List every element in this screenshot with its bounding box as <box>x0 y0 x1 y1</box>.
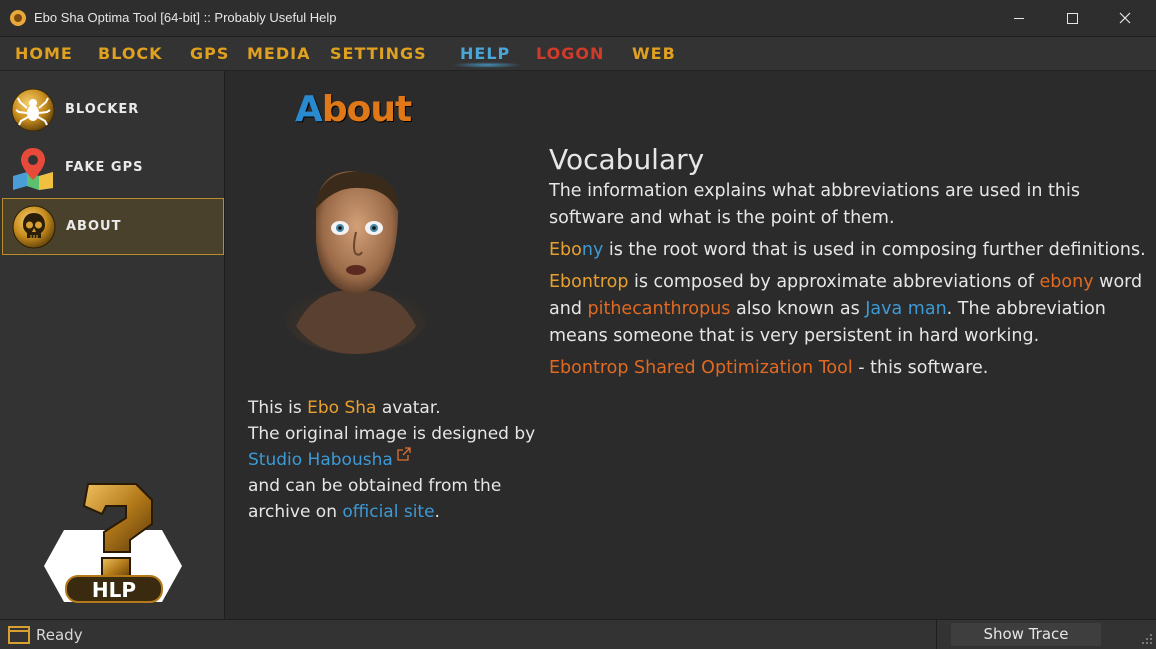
sidebar-item-label: FAKE GPS <box>65 160 144 175</box>
help-logo: HLP <box>44 483 182 603</box>
avatar-name: Ebo Sha <box>307 398 377 418</box>
term-java-man: Java man <box>865 299 947 319</box>
caption-text: and can be obtained from the <box>248 476 502 496</box>
about-heading-initial: A <box>295 89 323 130</box>
sidebar-item-blocker[interactable]: BLOCKER <box>2 82 224 139</box>
external-link-icon[interactable] <box>397 447 411 461</box>
about-heading: About <box>295 89 412 130</box>
sidebar-item-label: ABOUT <box>66 219 122 234</box>
status-divider <box>936 620 937 649</box>
menu-help[interactable]: HELP <box>460 44 510 63</box>
designer-link[interactable]: Studio Habousha <box>248 450 393 470</box>
avatar-caption: This is Ebo Sha avatar. The original ima… <box>248 395 535 525</box>
maximize-button[interactable] <box>1049 0 1095 36</box>
menu-gps[interactable]: GPS <box>190 44 229 63</box>
caption-text: This is <box>248 398 308 418</box>
caption-text: . <box>434 502 440 522</box>
vocabulary-intro: The information explains what abbreviati… <box>549 181 1080 228</box>
map-pin-icon <box>13 148 53 190</box>
app-icon <box>10 10 26 26</box>
definition-text: also known as <box>730 299 866 319</box>
definition-text: is composed by approximate abbreviations… <box>628 272 1040 292</box>
resize-grip-icon[interactable] <box>1140 632 1154 646</box>
about-heading-rest: bout <box>321 89 412 130</box>
menu-logon[interactable]: LOGON <box>536 44 604 63</box>
menu-media[interactable]: MEDIA <box>247 44 310 63</box>
window-title: Ebo Sha Optima Tool [64-bit] :: Probably… <box>34 10 337 25</box>
caption-text: The original image is designed by <box>248 424 536 444</box>
menu-web[interactable]: WEB <box>632 44 676 63</box>
main-menu: HOME BLOCK GPS MEDIA SETTINGS HELP LOGON… <box>0 37 1156 71</box>
menu-block[interactable]: BLOCK <box>98 44 163 63</box>
status-text: Ready <box>36 626 83 644</box>
menu-settings[interactable]: SETTINGS <box>330 44 427 63</box>
term-pithecanthropus: pithecanthropus <box>587 299 731 319</box>
definition-text: is the root word that is used in composi… <box>603 240 1146 260</box>
vocabulary-tool: Ebontrop Shared Optimization Tool - this… <box>549 355 1149 382</box>
vocabulary-ebony: Ebony is the root word that is used in c… <box>549 237 1149 264</box>
status-bar: Ready Show Trace <box>0 619 1156 649</box>
minimize-button[interactable] <box>996 0 1042 36</box>
caption-text: archive on <box>248 502 343 522</box>
term-ny: ny <box>581 240 604 260</box>
term-ebony: ebony <box>1039 272 1094 292</box>
vocabulary-section: Vocabulary The information explains what… <box>549 143 1149 387</box>
skull-icon <box>12 205 56 249</box>
vocabulary-ebontrop: Ebontrop is composed by approximate abbr… <box>549 269 1149 350</box>
caption-text: avatar. <box>376 398 441 418</box>
help-logo-text: HLP <box>92 578 136 602</box>
sidebar: BLOCKER FAKE GPS ABOUT HLP <box>0 71 225 619</box>
about-panel: About This is Ebo Sha avatar. The origin… <box>226 71 1156 619</box>
sidebar-item-fake-gps[interactable]: FAKE GPS <box>2 140 224 197</box>
window-status-icon <box>8 626 30 644</box>
title-bar: Ebo Sha Optima Tool [64-bit] :: Probably… <box>0 0 1156 37</box>
term-tool-name: Ebontrop Shared Optimization Tool <box>549 358 853 378</box>
menu-home[interactable]: HOME <box>15 44 73 63</box>
avatar-image <box>284 171 428 354</box>
sidebar-item-about[interactable]: ABOUT <box>2 198 224 255</box>
close-button[interactable] <box>1102 0 1148 36</box>
active-menu-indicator <box>452 62 522 68</box>
definition-text: - this software. <box>852 358 989 378</box>
official-site-link[interactable]: official site <box>342 502 434 522</box>
spider-icon <box>11 88 55 132</box>
sidebar-item-label: BLOCKER <box>65 102 140 117</box>
close-icon <box>1119 12 1131 24</box>
vocabulary-title: Vocabulary <box>549 143 705 176</box>
show-trace-button[interactable]: Show Trace <box>951 623 1101 646</box>
term-ebo: Ebo <box>549 240 582 260</box>
term-ebontrop: Ebontrop <box>549 272 629 292</box>
